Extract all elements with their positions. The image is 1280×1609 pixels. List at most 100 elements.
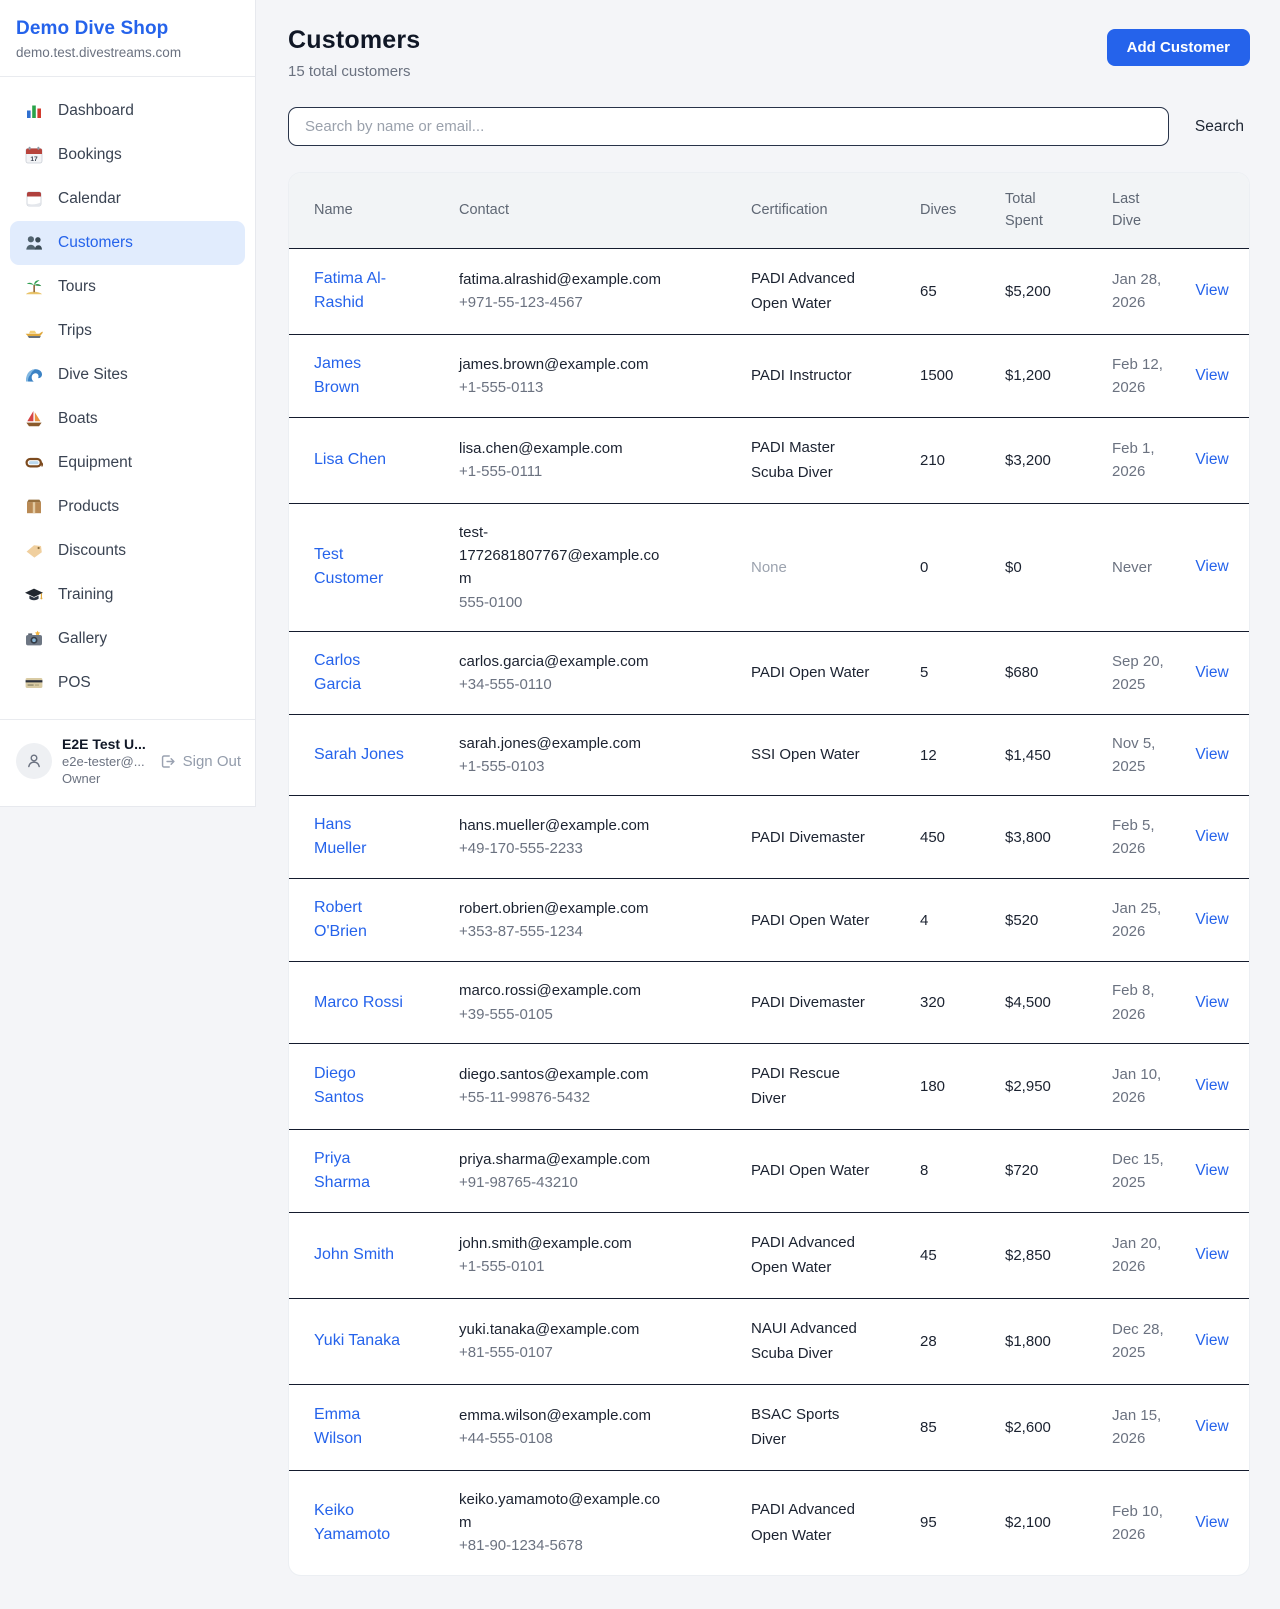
customer-last-dive: Sep 20, 2025	[1088, 631, 1173, 714]
column-header-actions	[1173, 173, 1250, 248]
sidebar-item-pos[interactable]: POS	[10, 661, 245, 705]
sidebar-item-equipment[interactable]: Equipment	[10, 441, 245, 485]
sidebar-item-dive-sites[interactable]: Dive Sites	[10, 353, 245, 397]
customer-total-spent: $520	[981, 879, 1088, 962]
customer-dives-count: 210	[896, 417, 981, 503]
tag-icon	[24, 541, 44, 561]
sidebar-item-discounts[interactable]: Discounts	[10, 529, 245, 573]
column-header-dives: Dives	[896, 173, 981, 248]
customer-name-link[interactable]: Yuki Tanaka	[314, 1329, 400, 1353]
view-customer-link[interactable]: View	[1195, 1162, 1228, 1179]
customer-email: fatima.alrashid@example.com	[459, 268, 667, 291]
customer-phone: 555-0100	[459, 591, 667, 614]
customer-certification: PADI Advanced Open Water	[727, 248, 896, 334]
main-content: Customers 15 total customers Add Custome…	[256, 0, 1280, 1609]
sidebar-item-label: Trips	[58, 322, 92, 340]
customer-email: emma.wilson@example.com	[459, 1404, 667, 1427]
customer-total-spent: $1,450	[981, 714, 1088, 796]
brand-name[interactable]: Demo Dive Shop	[16, 18, 239, 40]
customer-phone: +971-55-123-4567	[459, 291, 667, 314]
camera-flash-icon	[24, 629, 44, 649]
view-customer-link[interactable]: View	[1195, 451, 1228, 468]
sidebar-item-label: Tours	[58, 278, 96, 296]
sidebar-item-calendar[interactable]: Calendar	[10, 177, 245, 221]
customer-last-dive: Nov 5, 2025	[1088, 714, 1173, 796]
sidebar-item-tours[interactable]: Tours	[10, 265, 245, 309]
view-customer-link[interactable]: View	[1195, 367, 1228, 384]
calendar-date-icon: 17	[24, 145, 44, 165]
customer-last-dive: Jan 15, 2026	[1088, 1384, 1173, 1470]
customer-name-link[interactable]: Robert O'Brien	[314, 896, 406, 944]
table-header-row: NameContactCertificationDivesTotal Spent…	[289, 173, 1250, 248]
table-row: Sarah Jonessarah.jones@example.com+1-555…	[289, 714, 1250, 796]
customer-name-link[interactable]: Test Customer	[314, 543, 406, 591]
customer-name-link[interactable]: Fatima Al-Rashid	[314, 267, 406, 315]
sidebar-item-label: Calendar	[58, 190, 121, 208]
customer-name-link[interactable]: John Smith	[314, 1243, 394, 1267]
search-input[interactable]	[288, 107, 1169, 146]
customer-email: robert.obrien@example.com	[459, 897, 667, 920]
sidebar-item-trips[interactable]: Trips	[10, 309, 245, 353]
customer-last-dive: Feb 10, 2026	[1088, 1470, 1173, 1574]
customer-name-link[interactable]: Diego Santos	[314, 1062, 406, 1110]
customer-last-dive: Feb 5, 2026	[1088, 796, 1173, 879]
view-customer-link[interactable]: View	[1195, 828, 1228, 845]
sidebar-item-gallery[interactable]: Gallery	[10, 617, 245, 661]
customer-total-spent: $2,600	[981, 1384, 1088, 1470]
customer-name-link[interactable]: Emma Wilson	[314, 1403, 406, 1451]
sailboat-icon	[24, 409, 44, 429]
sidebar-item-dashboard[interactable]: Dashboard	[10, 89, 245, 133]
customer-name-link[interactable]: Marco Rossi	[314, 991, 403, 1015]
customer-phone: +39-555-0105	[459, 1003, 667, 1026]
view-customer-link[interactable]: View	[1195, 1514, 1228, 1531]
search-button[interactable]: Search	[1189, 110, 1250, 144]
customer-certification: PADI Open Water	[727, 879, 896, 962]
table-row: James Brownjames.brown@example.com+1-555…	[289, 334, 1250, 417]
customer-name-link[interactable]: Keiko Yamamoto	[314, 1499, 406, 1547]
customer-certification: NAUI Advanced Scuba Diver	[727, 1298, 896, 1384]
customer-name-link[interactable]: James Brown	[314, 352, 406, 400]
sidebar-item-training[interactable]: Training	[10, 573, 245, 617]
table-row: Robert O'Brienrobert.obrien@example.com+…	[289, 879, 1250, 962]
customer-phone: +81-90-1234-5678	[459, 1534, 667, 1557]
customer-email: carlos.garcia@example.com	[459, 650, 667, 673]
sign-out-label: Sign Out	[183, 753, 241, 770]
customer-last-dive: Dec 28, 2025	[1088, 1298, 1173, 1384]
sidebar-item-customers[interactable]: Customers	[10, 221, 245, 265]
customer-name-link[interactable]: Priya Sharma	[314, 1147, 406, 1195]
view-customer-link[interactable]: View	[1195, 994, 1228, 1011]
view-customer-link[interactable]: View	[1195, 1418, 1228, 1435]
view-customer-link[interactable]: View	[1195, 664, 1228, 681]
logout-icon	[159, 753, 176, 770]
column-header-last-dive: Last Dive	[1088, 173, 1173, 248]
sidebar-item-label: Products	[58, 498, 119, 516]
sidebar-item-boats[interactable]: Boats	[10, 397, 245, 441]
view-customer-link[interactable]: View	[1195, 911, 1228, 928]
sidebar-item-label: Equipment	[58, 454, 132, 472]
customer-total-spent: $2,100	[981, 1470, 1088, 1574]
view-customer-link[interactable]: View	[1195, 1332, 1228, 1349]
customer-name-link[interactable]: Carlos Garcia	[314, 649, 406, 697]
customer-name-link[interactable]: Lisa Chen	[314, 448, 386, 472]
customer-total-spent: $3,800	[981, 796, 1088, 879]
customer-name-link[interactable]: Sarah Jones	[314, 743, 404, 767]
view-customer-link[interactable]: View	[1195, 1077, 1228, 1094]
svg-text:17: 17	[30, 156, 38, 163]
add-customer-button[interactable]: Add Customer	[1107, 29, 1250, 66]
sidebar-item-bookings[interactable]: 17Bookings	[10, 133, 245, 177]
sign-out-button[interactable]: Sign Out	[159, 753, 241, 770]
sidebar: Demo Dive Shop demo.test.divestreams.com…	[0, 0, 256, 807]
view-customer-link[interactable]: View	[1195, 558, 1228, 575]
sidebar-item-label: Gallery	[58, 630, 107, 648]
total-customers-count: 15 total customers	[288, 63, 420, 80]
view-customer-link[interactable]: View	[1195, 1246, 1228, 1263]
customer-last-dive: Never	[1088, 503, 1173, 631]
user-box: E2E Test U... e2e-tester@... Owner Sign …	[0, 719, 255, 806]
customer-email: priya.sharma@example.com	[459, 1148, 667, 1171]
view-customer-link[interactable]: View	[1195, 746, 1228, 763]
sidebar-item-products[interactable]: Products	[10, 485, 245, 529]
customer-email: keiko.yamamoto@example.com	[459, 1488, 667, 1535]
view-customer-link[interactable]: View	[1195, 282, 1228, 299]
sidebar-item-label: Dive Sites	[58, 366, 128, 384]
customer-name-link[interactable]: Hans Mueller	[314, 813, 406, 861]
